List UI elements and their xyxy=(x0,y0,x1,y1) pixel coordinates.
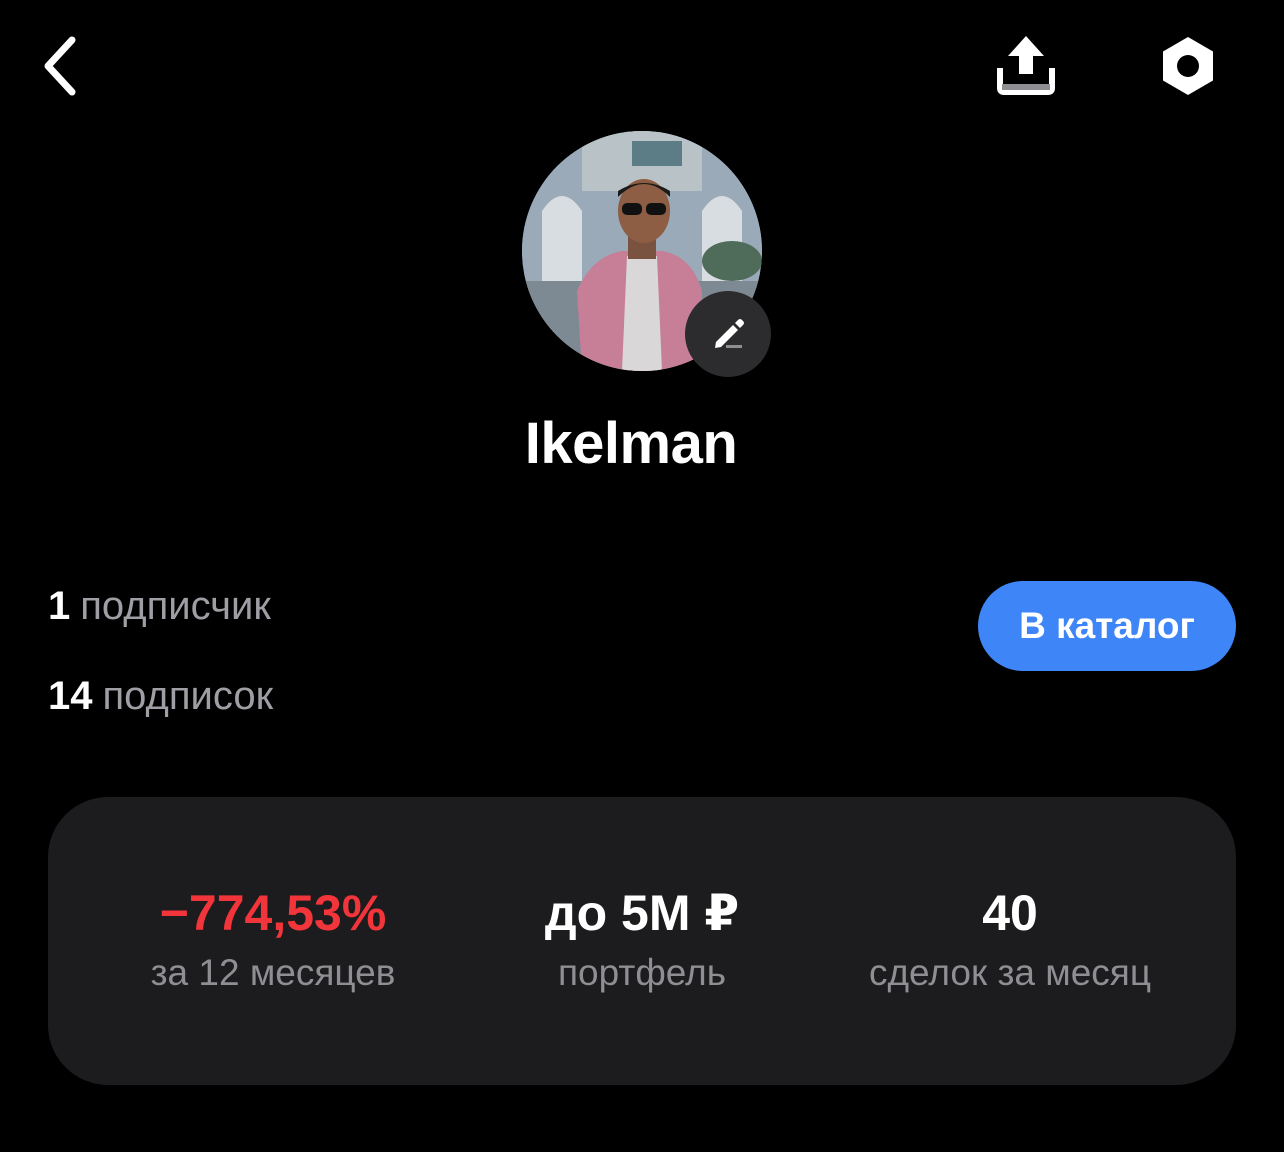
followers-count[interactable]: 1 подписчик xyxy=(48,584,271,629)
avatar-container xyxy=(522,131,771,377)
back-button[interactable] xyxy=(24,24,96,108)
portfolio-value: до 5M ₽ xyxy=(544,885,740,941)
username: Ikelman xyxy=(524,411,738,476)
trades-caption: сделок за месяц xyxy=(868,952,1152,993)
portfolio-metric: до 5M ₽ портфель xyxy=(492,885,792,995)
share-button[interactable] xyxy=(986,22,1066,106)
profile-screen: Ikelman 1 подписчик 14 подписок В каталог … xyxy=(0,0,1284,1152)
catalog-button[interactable]: В каталог xyxy=(978,581,1236,671)
pencil-icon xyxy=(715,319,744,348)
portfolio-caption: портфель xyxy=(558,952,726,993)
trades-value: 40 xyxy=(982,885,1038,941)
followers-label: подписчик xyxy=(80,584,271,628)
share-upload-icon xyxy=(997,36,1055,95)
chevron-left-icon xyxy=(44,36,76,96)
return-caption: за 12 месяцев xyxy=(150,952,396,993)
hexagon-settings-icon xyxy=(1163,37,1213,95)
following-label: подписок xyxy=(102,674,274,718)
stats-card: −774,53% за 12 месяцев до 5M ₽ портфель … xyxy=(48,797,1236,1085)
return-value: −774,53% xyxy=(159,885,387,941)
following-number: 14 xyxy=(48,674,93,718)
settings-button[interactable] xyxy=(1148,26,1228,106)
trades-metric: 40 сделок за месяц xyxy=(820,885,1200,995)
edit-avatar-button[interactable] xyxy=(685,291,771,377)
return-metric: −774,53% за 12 месяцев xyxy=(118,885,428,995)
followers-number: 1 xyxy=(48,584,71,628)
following-count[interactable]: 14 подписок xyxy=(48,674,273,719)
